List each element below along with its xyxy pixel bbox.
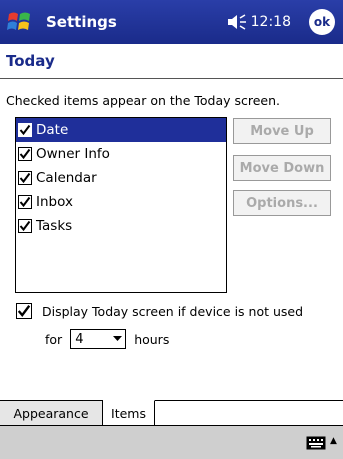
checkmark-icon [19, 220, 31, 232]
app-title: Settings [46, 13, 117, 31]
list-item-label: Owner Info [36, 146, 110, 162]
page-title: Today [6, 52, 55, 70]
checkmark-icon [19, 196, 31, 208]
today-items-list[interactable]: Date Owner Info Calendar Inbox Tasks [15, 117, 227, 293]
hours-dropdown[interactable]: 4 [70, 329, 127, 349]
start-menu-button[interactable] [0, 0, 40, 44]
move-down-button[interactable]: Move Down [233, 155, 331, 181]
display-today-option: Display Today screen if device is not us… [16, 303, 303, 319]
list-item-owner-info[interactable]: Owner Info [16, 142, 226, 166]
list-item-calendar[interactable]: Calendar [16, 166, 226, 190]
for-label: for [45, 331, 63, 347]
command-bar: ▲ [0, 425, 343, 459]
keyboard-icon[interactable] [306, 435, 326, 454]
title-bar: Settings 12:18 ok [0, 0, 343, 44]
list-item-label: Date [36, 122, 69, 138]
checkmark-icon [19, 148, 31, 160]
checkmark-icon [19, 172, 31, 184]
checkmark-icon [17, 305, 31, 317]
hours-row: for 4 hours [45, 329, 169, 349]
options-button[interactable]: Options... [233, 190, 331, 216]
display-today-checkbox[interactable] [16, 303, 32, 319]
hours-label: hours [134, 331, 170, 347]
tab-bar: Appearance Items [0, 400, 343, 426]
list-item-tasks[interactable]: Tasks [16, 214, 226, 238]
checkbox-date[interactable] [18, 123, 32, 137]
move-up-button[interactable]: Move Up [233, 118, 331, 144]
dropdown-arrow-icon[interactable] [109, 336, 125, 342]
hours-value: 4 [75, 331, 84, 347]
checkbox-tasks[interactable] [18, 219, 32, 233]
list-item-label: Calendar [36, 170, 97, 186]
clock[interactable]: 12:18 [251, 14, 291, 30]
display-today-label[interactable]: Display Today screen if device is not us… [42, 304, 303, 319]
list-item-date[interactable]: Date [16, 118, 226, 142]
instructions-text: Checked items appear on the Today screen… [6, 93, 281, 108]
list-item-label: Tasks [36, 218, 73, 234]
checkbox-calendar[interactable] [18, 171, 32, 185]
tab-appearance[interactable]: Appearance [0, 401, 103, 425]
checkbox-owner-info[interactable] [18, 147, 32, 161]
tab-items[interactable]: Items [103, 400, 155, 425]
list-item-label: Inbox [36, 194, 73, 210]
title-divider [0, 78, 343, 79]
windows-flag-icon [7, 12, 30, 30]
ok-button[interactable]: ok [309, 9, 335, 35]
checkmark-icon [19, 124, 31, 136]
list-item-inbox[interactable]: Inbox [16, 190, 226, 214]
speaker-icon[interactable] [223, 11, 251, 33]
checkbox-inbox[interactable] [18, 195, 32, 209]
input-menu-arrow-icon[interactable]: ▲ [330, 436, 337, 446]
